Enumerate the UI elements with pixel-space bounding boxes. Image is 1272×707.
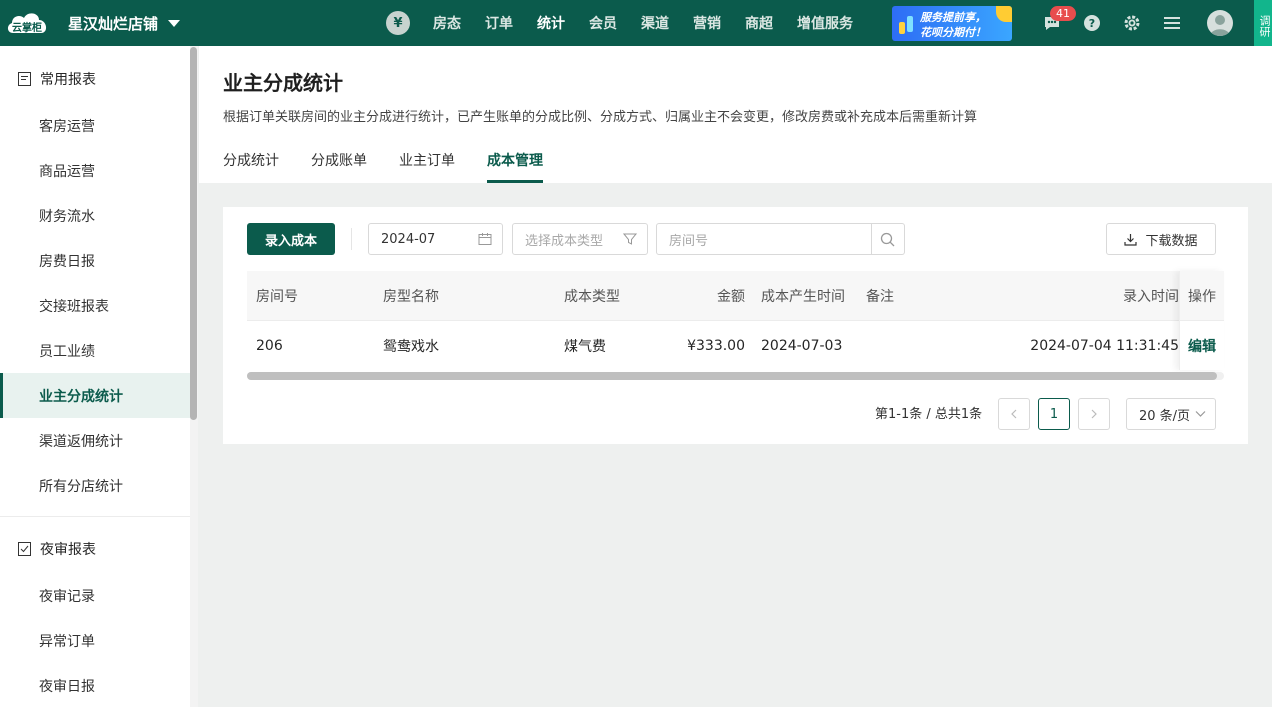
page-title: 业主分成统计 — [223, 71, 343, 95]
tab-bar: 分成统计 分成账单 业主订单 成本管理 — [223, 150, 575, 183]
sidebar-item-room-operations[interactable]: 客房运营 — [0, 103, 190, 148]
month-picker[interactable]: 2024-07 — [368, 223, 503, 255]
cost-type-placeholder: 选择成本类型 — [525, 233, 604, 249]
col-note: 备注 — [866, 288, 894, 305]
page-description: 根据订单关联房间的业主分成进行统计，已产生账单的分成比例、分成方式、归属业主不会… — [223, 110, 978, 125]
cell-cost-date: 2024-07-03 — [761, 337, 843, 354]
logo-text: 云掌柜 — [12, 23, 42, 34]
page-size-select[interactable]: 20 条/页 — [1126, 398, 1216, 430]
nav-statistics[interactable]: 统计 — [537, 13, 565, 33]
table-header: 房间号 房型名称 成本类型 金额 成本产生时间 备注 录入时间 操作 — [247, 271, 1224, 321]
tab-share-statistics[interactable]: 分成统计 — [223, 150, 279, 183]
user-avatar[interactable] — [1207, 10, 1233, 36]
sidebar-group-common-reports[interactable]: 常用报表 — [0, 56, 190, 101]
month-value: 2024-07 — [381, 231, 436, 247]
pagination-summary: 第1-1条 / 总共1条 — [875, 407, 983, 422]
promo-line1: 服务提前享， — [920, 11, 986, 24]
sidebar-item-abnormal-orders[interactable]: 异常订单 — [0, 618, 190, 663]
promo-corner-badge — [996, 6, 1012, 22]
add-cost-button[interactable]: 录入成本 — [247, 223, 335, 255]
help-icon[interactable]: ? — [1082, 13, 1102, 33]
svg-text:?: ? — [1089, 17, 1095, 30]
sidebar-item-room-fee-daily[interactable]: 房费日报 — [0, 238, 190, 283]
nav-members[interactable]: 会员 — [589, 13, 617, 33]
calendar-icon — [478, 233, 492, 245]
main-nav: 房态 订单 统计 会员 渠道 营销 商超 增值服务 — [433, 0, 877, 46]
sidebar: 常用报表 客房运营 商品运营 财务流水 房费日报 交接班报表 员工业绩 业主分成… — [0, 46, 198, 707]
nav-store[interactable]: 商超 — [745, 13, 773, 33]
page-number-button[interactable]: 1 — [1038, 398, 1070, 430]
cell-entry-time: 2024-07-04 11:31:45 — [1030, 337, 1179, 354]
sidebar-item-finance-flow[interactable]: 财务流水 — [0, 193, 190, 238]
tools-icon — [899, 16, 913, 34]
sidebar-item-all-branches[interactable]: 所有分店统计 — [0, 463, 190, 508]
sidebar-group-label: 夜审报表 — [40, 541, 96, 558]
col-room-number: 房间号 — [256, 288, 298, 305]
chevron-left-icon — [1011, 409, 1017, 419]
audit-icon — [18, 541, 31, 556]
cost-type-select[interactable]: 选择成本类型 — [512, 223, 648, 255]
tab-cost-management[interactable]: 成本管理 — [487, 150, 543, 183]
next-page-button[interactable] — [1078, 398, 1110, 430]
sidebar-item-owner-share[interactable]: 业主分成统计 — [0, 373, 190, 418]
cell-room-type: 鸳鸯戏水 — [383, 338, 439, 355]
sidebar-scrollbar-thumb[interactable] — [190, 47, 197, 420]
sidebar-divider — [0, 516, 190, 517]
chevron-right-icon — [1091, 409, 1097, 419]
col-amount: 金额 — [717, 288, 745, 305]
store-name: 星汉灿烂店铺 — [68, 14, 159, 33]
survey-tab[interactable]: 调研 — [1254, 0, 1272, 46]
nav-orders[interactable]: 订单 — [485, 13, 513, 33]
cell-amount: ¥333.00 — [687, 337, 745, 354]
col-cost-date: 成本产生时间 — [761, 288, 845, 305]
cost-management-card: 录入成本 2024-07 选择成本类型 房间号 下载数据 房间号 房型名称 成本… — [223, 207, 1248, 444]
sidebar-group-night-audit[interactable]: 夜审报表 — [0, 526, 190, 571]
top-bar: 云掌柜 星汉灿烂店铺 ¥ 房态 订单 统计 会员 渠道 营销 商超 增值服务 服… — [0, 0, 1272, 46]
yunzhanggui-logo[interactable]: 云掌柜 — [5, 7, 51, 39]
report-icon — [18, 71, 31, 86]
sidebar-item-staff-performance[interactable]: 员工业绩 — [0, 328, 190, 373]
search-button[interactable] — [871, 223, 905, 255]
nav-room-status[interactable]: 房态 — [433, 13, 461, 33]
promo-line2: 花呗分期付！ — [920, 26, 986, 39]
col-entry-time: 录入时间 — [1123, 288, 1179, 305]
cell-cost-type: 煤气费 — [564, 338, 606, 355]
page-size-value: 20 条/页 — [1139, 408, 1191, 424]
table-scrollbar-thumb[interactable] — [247, 372, 1217, 380]
room-search-placeholder: 房间号 — [669, 233, 709, 249]
tab-share-bills[interactable]: 分成账单 — [311, 150, 367, 183]
sidebar-item-audit-records[interactable]: 夜审记录 — [0, 573, 190, 618]
sidebar-item-channel-commission[interactable]: 渠道返佣统计 — [0, 418, 190, 463]
sidebar-item-product-operations[interactable]: 商品运营 — [0, 148, 190, 193]
download-icon — [1124, 233, 1138, 246]
toolbar-divider — [351, 228, 352, 250]
store-switcher[interactable]: 星汉灿烂店铺 — [68, 0, 181, 46]
page-header: 业主分成统计 根据订单关联房间的业主分成进行统计，已产生账单的分成比例、分成方式… — [199, 46, 1272, 183]
download-label: 下载数据 — [1145, 233, 1198, 249]
col-cost-type: 成本类型 — [564, 288, 620, 305]
tab-owner-orders[interactable]: 业主订单 — [399, 150, 455, 183]
sidebar-item-audit-daily[interactable]: 夜审日报 — [0, 663, 190, 707]
yen-icon[interactable]: ¥ — [386, 11, 410, 35]
caret-down-icon — [168, 19, 181, 27]
chevron-down-icon — [1195, 411, 1206, 417]
prev-page-button[interactable] — [998, 398, 1030, 430]
col-room-type: 房型名称 — [383, 288, 439, 305]
nav-value-added[interactable]: 增值服务 — [797, 13, 853, 33]
room-search-input[interactable]: 房间号 — [656, 223, 872, 255]
fixed-action-column-shadow — [1179, 271, 1224, 370]
promo-banner[interactable]: 服务提前享， 花呗分期付！ — [892, 6, 1012, 41]
nav-channels[interactable]: 渠道 — [641, 13, 669, 33]
sidebar-group-label: 常用报表 — [40, 71, 96, 88]
menu-icon[interactable] — [1162, 13, 1182, 33]
cell-room-number: 206 — [256, 337, 283, 354]
sidebar-item-shift-report[interactable]: 交接班报表 — [0, 283, 190, 328]
search-icon — [880, 232, 895, 246]
message-count-badge: 41 — [1050, 6, 1076, 21]
filter-icon — [623, 233, 637, 245]
nav-marketing[interactable]: 营销 — [693, 13, 721, 33]
gear-icon[interactable] — [1122, 13, 1142, 33]
table-row: 206 鸳鸯戏水 煤气费 ¥333.00 2024-07-03 2024-07-… — [247, 321, 1224, 370]
download-data-button[interactable]: 下载数据 — [1106, 223, 1216, 255]
